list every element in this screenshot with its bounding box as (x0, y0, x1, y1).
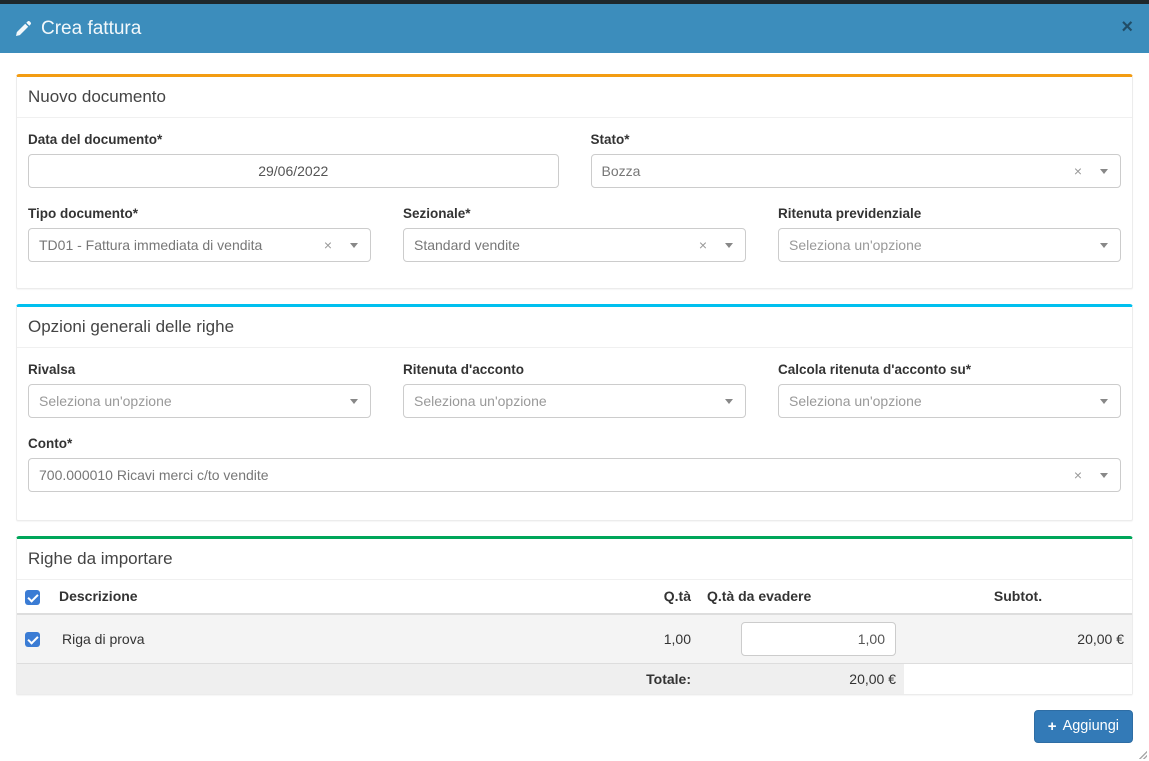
actions-bar: + Aggiungi (16, 710, 1133, 743)
calcola-ritenuta-placeholder: Seleziona un'opzione (789, 393, 1100, 409)
totale-value: 20,00 € (699, 663, 904, 694)
chevron-down-icon (1100, 399, 1108, 404)
resize-grip[interactable] (1139, 751, 1147, 759)
label-rivalsa: Rivalsa (28, 362, 371, 377)
conto-clear-icon[interactable]: × (1074, 468, 1082, 482)
stato-clear-icon[interactable]: × (1074, 164, 1082, 178)
col-header-subtot: Subtot. (904, 580, 1132, 614)
chevron-down-icon (1100, 243, 1108, 248)
table-footer-row: Totale: 20,00 € (17, 663, 1132, 694)
label-calcola-ritenuta: Calcola ritenuta d'acconto su* (778, 362, 1121, 377)
field-rivalsa: Rivalsa Seleziona un'opzione (28, 362, 371, 418)
ritenuta-acconto-placeholder: Seleziona un'opzione (414, 393, 725, 409)
section-opzioni-generali: Opzioni generali delle righe Rivalsa Sel… (16, 304, 1133, 521)
section-righe-da-importare: Righe da importare Descrizione Q.tà Q.tà… (16, 536, 1133, 695)
label-stato: Stato* (591, 132, 1122, 147)
close-icon[interactable]: × (1121, 17, 1133, 37)
sezionale-value: Standard vendite (414, 237, 691, 253)
righe-table: Descrizione Q.tà Q.tà da evadere Subtot.… (17, 580, 1132, 694)
stato-value: Bozza (602, 163, 1066, 179)
chevron-down-icon (1100, 473, 1108, 478)
conto-value: 700.000010 Ricavi merci c/to vendite (39, 467, 1066, 483)
ritenuta-previdenziale-placeholder: Seleziona un'opzione (789, 237, 1100, 253)
col-header-qta: Q.tà (594, 580, 699, 614)
field-data-documento: Data del documento* (28, 132, 559, 188)
label-tipo-documento: Tipo documento* (28, 206, 371, 221)
field-ritenuta-acconto: Ritenuta d'acconto Seleziona un'opzione (403, 362, 746, 418)
chevron-down-icon (350, 399, 358, 404)
ritenuta-previdenziale-select[interactable]: Seleziona un'opzione (778, 228, 1121, 262)
row-subtot: 20,00 € (904, 614, 1132, 664)
add-button[interactable]: + Aggiungi (1034, 710, 1133, 743)
section-title-righe-da-importare: Righe da importare (17, 539, 1132, 580)
field-sezionale: Sezionale* Standard vendite × (403, 206, 746, 262)
totale-label: Totale: (17, 663, 699, 694)
chevron-down-icon (1100, 169, 1108, 174)
modal-body: Nuovo documento Data del documento* Stat… (0, 53, 1149, 743)
row-checkbox[interactable] (25, 632, 40, 647)
add-button-label: Aggiungi (1063, 718, 1119, 734)
section-title-opzioni-generali: Opzioni generali delle righe (17, 307, 1132, 348)
sezionale-clear-icon[interactable]: × (699, 238, 707, 252)
label-data-documento: Data del documento* (28, 132, 559, 147)
col-header-qta-da-evadere: Q.tà da evadere (699, 580, 904, 614)
row-qta: 1,00 (594, 614, 699, 664)
label-conto: Conto* (28, 436, 1121, 451)
qta-da-evadere-input[interactable] (741, 622, 896, 656)
label-ritenuta-acconto: Ritenuta d'acconto (403, 362, 746, 377)
sezionale-select[interactable]: Standard vendite × (403, 228, 746, 262)
label-sezionale: Sezionale* (403, 206, 746, 221)
field-stato: Stato* Bozza × (591, 132, 1122, 188)
field-tipo-documento: Tipo documento* TD01 - Fattura immediata… (28, 206, 371, 262)
chevron-down-icon (350, 243, 358, 248)
rivalsa-placeholder: Seleziona un'opzione (39, 393, 350, 409)
data-documento-input[interactable] (28, 154, 559, 188)
table-header-row: Descrizione Q.tà Q.tà da evadere Subtot. (17, 580, 1132, 614)
label-ritenuta-previdenziale: Ritenuta previdenziale (778, 206, 1121, 221)
modal-title-text: Crea fattura (41, 18, 141, 40)
pencil-icon (16, 21, 31, 36)
modal-title: Crea fattura (16, 18, 141, 40)
stato-select[interactable]: Bozza × (591, 154, 1122, 188)
tipo-documento-select[interactable]: TD01 - Fattura immediata di vendita × (28, 228, 371, 262)
table-row: Riga di prova 1,00 20,00 € (17, 614, 1132, 664)
tipo-documento-clear-icon[interactable]: × (324, 238, 332, 252)
row-descrizione: Riga di prova (59, 631, 145, 647)
section-title-nuovo-documento: Nuovo documento (17, 77, 1132, 118)
rivalsa-select[interactable]: Seleziona un'opzione (28, 384, 371, 418)
field-calcola-ritenuta: Calcola ritenuta d'acconto su* Seleziona… (778, 362, 1121, 418)
col-header-descrizione: Descrizione (51, 580, 594, 614)
chevron-down-icon (725, 243, 733, 248)
tipo-documento-value: TD01 - Fattura immediata di vendita (39, 237, 316, 253)
section-nuovo-documento: Nuovo documento Data del documento* Stat… (16, 74, 1133, 289)
chevron-down-icon (725, 399, 733, 404)
select-all-checkbox[interactable] (25, 590, 40, 605)
field-conto: Conto* 700.000010 Ricavi merci c/to vend… (28, 436, 1121, 492)
ritenuta-acconto-select[interactable]: Seleziona un'opzione (403, 384, 746, 418)
field-ritenuta-previdenziale: Ritenuta previdenziale Seleziona un'opzi… (778, 206, 1121, 262)
conto-select[interactable]: 700.000010 Ricavi merci c/to vendite × (28, 458, 1121, 492)
calcola-ritenuta-select[interactable]: Seleziona un'opzione (778, 384, 1121, 418)
modal-header: Crea fattura × (0, 4, 1149, 53)
plus-icon: + (1048, 718, 1057, 735)
